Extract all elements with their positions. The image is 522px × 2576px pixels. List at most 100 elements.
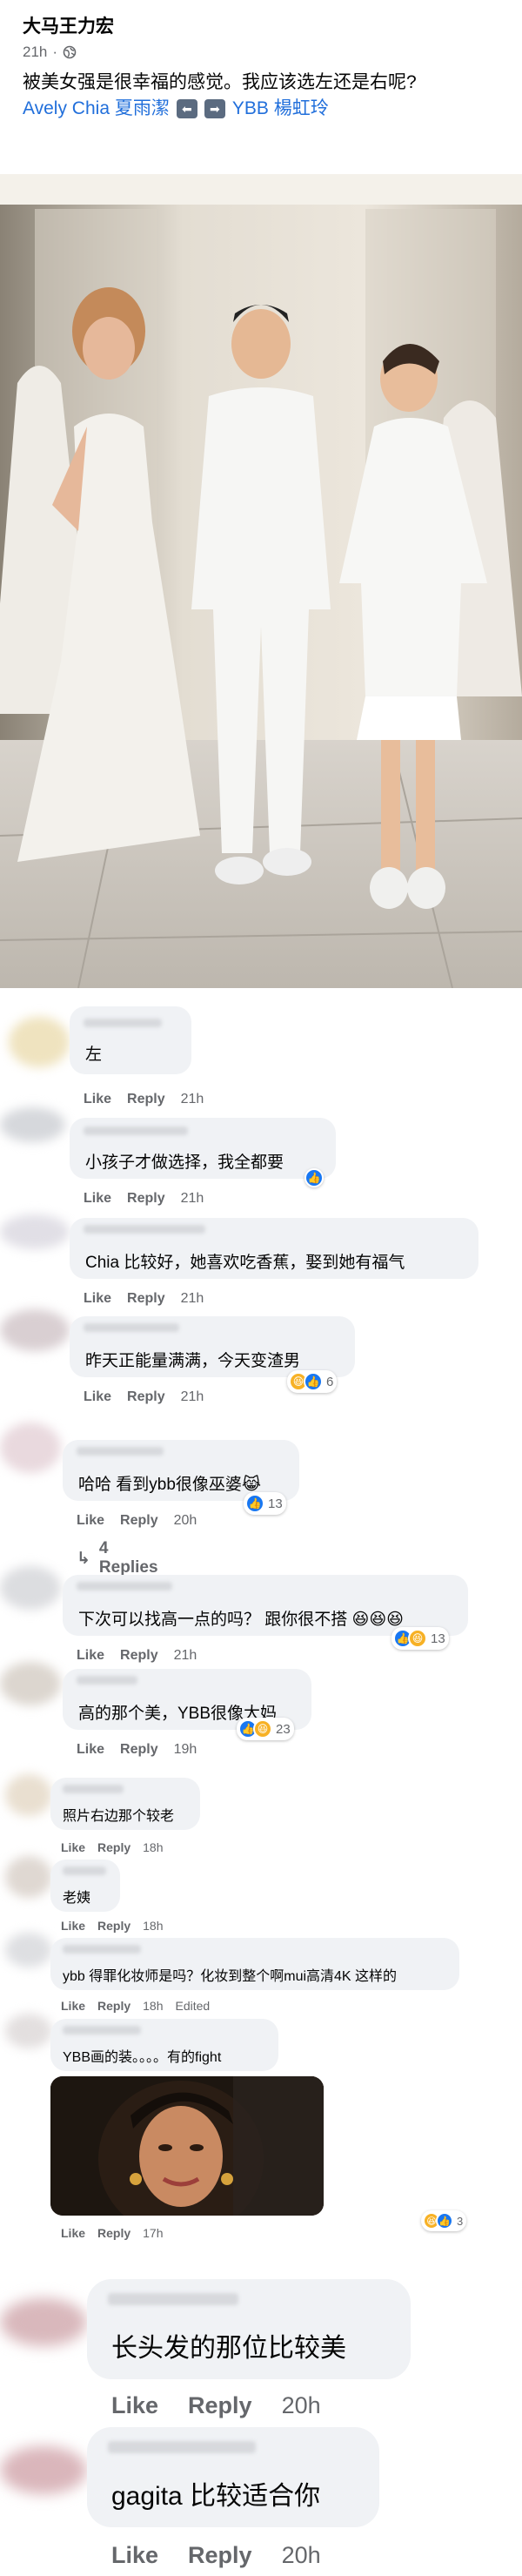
reaction-summary[interactable]: 👍 😆 13 xyxy=(392,1627,449,1650)
avatar[interactable] xyxy=(0,1423,61,1473)
like-button[interactable]: Like xyxy=(84,1389,111,1405)
like-reaction-icon: 👍 xyxy=(436,2212,453,2230)
avatar[interactable] xyxy=(0,1662,61,1705)
like-button[interactable]: Like xyxy=(61,1840,85,1854)
avatar[interactable] xyxy=(5,1933,52,1967)
comment-author[interactable] xyxy=(77,1582,172,1591)
reaction-summary[interactable]: 👍 13 xyxy=(244,1492,286,1515)
like-button[interactable]: Like xyxy=(84,1092,111,1107)
comment-bubble: YBB画的装。。。。有的fight xyxy=(50,2019,278,2071)
like-button[interactable]: Like xyxy=(77,1513,104,1529)
like-button[interactable]: Like xyxy=(77,1648,104,1664)
comment-text: 昨天正能量满满，今天变渣男 xyxy=(85,1352,301,1370)
avatar[interactable] xyxy=(0,1107,65,1142)
reply-button[interactable]: Reply xyxy=(97,1919,130,1933)
comment-actions: Like Reply 20h xyxy=(111,2392,321,2419)
reply-button[interactable]: Reply xyxy=(120,1648,158,1664)
reply-button[interactable]: Reply xyxy=(127,1191,165,1207)
comment-actions: Like Reply 20h xyxy=(77,1513,197,1529)
reply-button[interactable]: Reply xyxy=(188,2542,252,2569)
reply-button[interactable]: Reply xyxy=(97,2226,130,2240)
reply-button[interactable]: Reply xyxy=(120,1742,158,1758)
reaction-summary[interactable]: 👍 xyxy=(304,1168,324,1187)
comment-text: 下次可以找高一点的吗？ 跟你很不搭 😆😆😆 xyxy=(78,1611,404,1629)
like-button[interactable]: Like xyxy=(61,2226,85,2240)
like-button[interactable]: Like xyxy=(111,2392,158,2419)
comment-time[interactable]: 18h xyxy=(143,1919,163,1933)
comment-actions: Like Reply 21h xyxy=(77,1648,197,1664)
reply-button[interactable]: Reply xyxy=(120,1513,158,1529)
reaction-summary[interactable]: 😆 👍 6 xyxy=(287,1370,338,1393)
comment-author[interactable] xyxy=(63,1785,124,1793)
comment-author[interactable] xyxy=(63,2026,141,2035)
reaction-summary[interactable]: 👍 😆 23 xyxy=(237,1718,294,1740)
reply-button[interactable]: Reply xyxy=(127,1092,165,1107)
comment-time[interactable]: 21h xyxy=(181,1291,204,1307)
comment-time[interactable]: 20h xyxy=(174,1513,197,1529)
comment-author[interactable] xyxy=(77,1447,164,1456)
comment-time[interactable]: 21h xyxy=(181,1092,204,1107)
avatar[interactable] xyxy=(0,1566,61,1610)
tag-avely-chia[interactable]: Avely Chia 夏雨潔 xyxy=(23,96,170,122)
tag-ybb[interactable]: YBB 楊虹玲 xyxy=(232,96,329,122)
comment-bubble: 昨天正能量满满，今天变渣男 xyxy=(70,1316,355,1377)
avatar[interactable] xyxy=(0,1309,70,1351)
reply-button[interactable]: Reply xyxy=(127,1389,165,1405)
avatar[interactable] xyxy=(5,1774,52,1816)
comment-actions: Like Reply 21h xyxy=(84,1291,204,1307)
comment-time[interactable]: 21h xyxy=(174,1648,197,1664)
comment-gif[interactable] xyxy=(50,2076,324,2216)
comment-time[interactable]: 20h xyxy=(282,2392,321,2419)
replies-count: 4 Replies xyxy=(98,1539,158,1577)
comment-text: 左 xyxy=(85,1046,103,1064)
comment-time[interactable]: 19h xyxy=(174,1742,197,1758)
comment-author[interactable] xyxy=(108,2293,238,2305)
avatar[interactable] xyxy=(5,1856,52,1898)
comment-time[interactable]: 21h xyxy=(181,1389,204,1405)
like-button[interactable]: Like xyxy=(111,2542,158,2569)
comment-time[interactable]: 18h xyxy=(143,1999,163,2013)
comment-author[interactable] xyxy=(84,1127,188,1135)
edited-label[interactable]: Edited xyxy=(176,1999,211,2013)
avatar[interactable] xyxy=(0,1214,70,1249)
reply-button[interactable]: Reply xyxy=(97,1840,130,1854)
avatar[interactable] xyxy=(5,2014,52,2048)
comment-bubble: 左 xyxy=(70,1006,191,1074)
comment-author[interactable] xyxy=(77,1676,137,1685)
comment-author[interactable] xyxy=(108,2441,256,2453)
comment-author[interactable] xyxy=(63,1945,141,1954)
comment-time[interactable]: 20h xyxy=(282,2542,321,2569)
reaction-summary[interactable]: 😆 👍 3 xyxy=(421,2210,467,2231)
avatar[interactable] xyxy=(0,2298,87,2346)
comment-author[interactable] xyxy=(84,1323,179,1332)
reply-button[interactable]: Reply xyxy=(127,1291,165,1307)
left-arrow-emoji: ⬅ xyxy=(176,99,197,118)
like-reaction-icon: 👍 xyxy=(304,1168,324,1187)
comment-bubble: Chia 比较好，她喜欢吃香蕉，娶到她有福气 xyxy=(70,1218,478,1279)
comment-time[interactable]: 21h xyxy=(181,1191,204,1207)
like-button[interactable]: Like xyxy=(77,1742,104,1758)
comment-bubble: 长头发的那位比较美 xyxy=(87,2279,411,2379)
post-author[interactable]: 大马王力宏 xyxy=(23,12,510,38)
comment-author[interactable] xyxy=(63,1866,106,1875)
comment-author[interactable] xyxy=(84,1019,162,1027)
avatar[interactable] xyxy=(9,1017,70,1067)
like-button[interactable]: Like xyxy=(61,1999,85,2013)
comment-author[interactable] xyxy=(84,1225,205,1234)
comment-text: ybb 得罪化妆师是吗？化妆到整个啊mui高清4K 这样的 xyxy=(63,1969,398,1984)
reply-arrow-icon: ↳ xyxy=(77,1549,90,1568)
post-time[interactable]: 21h xyxy=(23,44,47,61)
comment-time[interactable]: 18h xyxy=(143,1840,163,1854)
view-replies-link[interactable]: ↳ 4 Replies xyxy=(77,1539,158,1577)
comment-time[interactable]: 17h xyxy=(143,2226,163,2240)
like-button[interactable]: Like xyxy=(84,1291,111,1307)
avatar[interactable] xyxy=(0,2446,87,2494)
like-button[interactable]: Like xyxy=(61,1919,85,1933)
reaction-count: 3 xyxy=(457,2214,464,2228)
reply-button[interactable]: Reply xyxy=(188,2392,252,2419)
like-button[interactable]: Like xyxy=(84,1191,111,1207)
post-photo[interactable] xyxy=(0,174,522,988)
reply-button[interactable]: Reply xyxy=(97,1999,130,2013)
meta-separator: · xyxy=(52,44,58,60)
right-arrow-emoji: ➡ xyxy=(204,99,225,118)
